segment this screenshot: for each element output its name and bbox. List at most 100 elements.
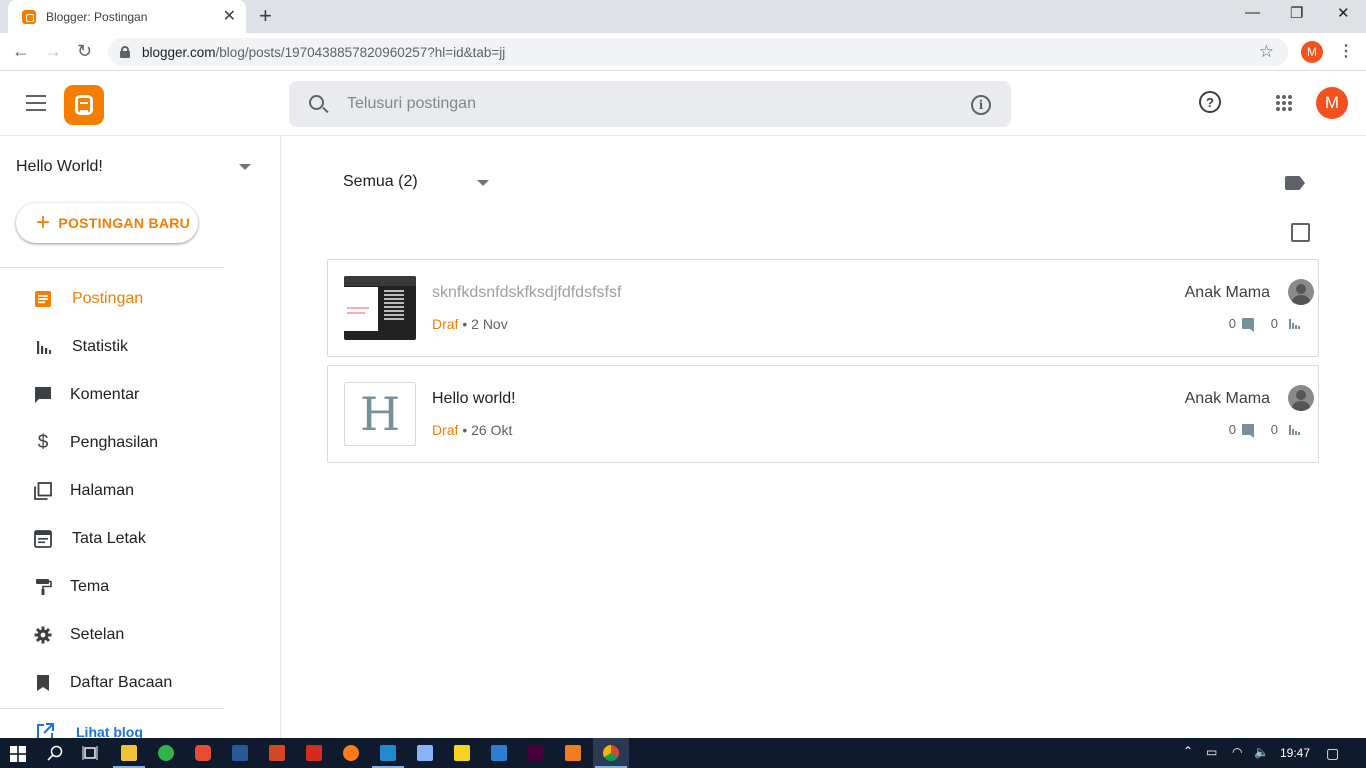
- post-thumbnail: H: [344, 382, 416, 446]
- sidebar-item-label: Setelan: [70, 626, 125, 643]
- chrome-menu-icon[interactable]: ⋮: [1338, 41, 1354, 61]
- info-icon[interactable]: i: [971, 95, 991, 115]
- post-author: Anak Mama: [1184, 284, 1270, 301]
- new-tab-button[interactable]: +: [259, 5, 272, 27]
- sidebar: Hello World! + POSTINGAN BARU Postingan …: [0, 136, 281, 738]
- wifi-icon[interactable]: ◠: [1232, 745, 1242, 759]
- views-icon: [1289, 319, 1300, 329]
- battery-icon[interactable]: ▭: [1206, 745, 1217, 759]
- post-row[interactable]: sknfkdsnfdskfksdjfdfdsfsfsf Draf • 2 Nov…: [327, 259, 1319, 357]
- taskbar-search-icon[interactable]: [47, 745, 63, 761]
- select-all-checkbox[interactable]: [1291, 223, 1310, 242]
- layout-icon: [34, 530, 52, 548]
- xampp-icon[interactable]: [565, 745, 581, 761]
- sidebar-item-penghasilan[interactable]: $ Penghasilan: [0, 419, 280, 467]
- app-red-icon[interactable]: [195, 745, 211, 761]
- back-arrow-icon[interactable]: ←: [12, 41, 30, 61]
- sidebar-item-label: Tema: [70, 578, 110, 595]
- task-view-icon[interactable]: [82, 745, 98, 761]
- notepad-icon[interactable]: [417, 745, 433, 761]
- post-author: Anak Mama: [1184, 390, 1270, 407]
- paint-roller-icon: [36, 579, 52, 595]
- powerpoint-icon[interactable]: [269, 745, 285, 761]
- sidebar-item-komentar[interactable]: Komentar: [0, 371, 280, 419]
- window-close-button[interactable]: ✕: [1337, 4, 1350, 22]
- adobe-xd-icon[interactable]: [528, 745, 544, 761]
- blogger-logo[interactable]: [64, 85, 104, 125]
- post-date: 2 Nov: [471, 316, 508, 332]
- comment-count-icon: [1242, 318, 1254, 332]
- search-icon[interactable]: [309, 95, 324, 110]
- sidebar-divider: [0, 267, 224, 268]
- author-avatar: [1288, 385, 1314, 411]
- comment-icon: [35, 387, 51, 403]
- word-icon[interactable]: [232, 745, 248, 761]
- vscode-icon[interactable]: [380, 745, 396, 761]
- blog-selector-dropdown-icon[interactable]: [239, 164, 251, 170]
- file-explorer-icon[interactable]: [121, 745, 137, 761]
- post-date: 26 Okt: [471, 422, 513, 438]
- sidebar-item-label: Statistik: [72, 338, 129, 355]
- blogger-header: i ? M: [0, 71, 1366, 136]
- restore-button[interactable]: ❐: [1290, 4, 1303, 22]
- url-text: blogger.com/blog/posts/19704388578209602…: [142, 45, 505, 60]
- tab-close-icon[interactable]: ✕: [223, 8, 236, 25]
- notifications-icon[interactable]: ▢: [1326, 745, 1339, 762]
- stats-icon: [37, 341, 51, 354]
- post-title[interactable]: sknfkdsnfdskfksdjfdfdsfsfsf: [432, 284, 621, 302]
- acrobat-icon[interactable]: [306, 745, 322, 761]
- browser-tab-bar: Blogger: Postingan ✕ + — ❐ ✕: [0, 0, 1366, 33]
- view-count: 0: [1270, 316, 1278, 331]
- search-input[interactable]: [347, 93, 947, 115]
- url-bar[interactable]: blogger.com/blog/posts/19704388578209602…: [108, 38, 1288, 66]
- chrome-profile-avatar[interactable]: M: [1301, 41, 1323, 63]
- calculator-icon[interactable]: [491, 745, 507, 761]
- app-green-icon[interactable]: [158, 745, 174, 761]
- label-tag-icon[interactable]: [1285, 176, 1305, 190]
- sidebar-item-daftar-bacaan[interactable]: Daftar Bacaan: [0, 659, 280, 707]
- post-meta: Draf • 26 Okt: [432, 422, 513, 438]
- new-post-label: POSTINGAN BARU: [58, 215, 191, 231]
- tray-expand-icon[interactable]: ⌃: [1183, 744, 1193, 758]
- windows-start-icon[interactable]: [10, 746, 26, 762]
- sidebar-item-halaman[interactable]: Halaman: [0, 467, 280, 515]
- sidebar-item-label: Tata Letak: [72, 530, 146, 547]
- author-avatar: [1288, 279, 1314, 305]
- posts-icon: [35, 291, 51, 307]
- sidebar-item-postingan[interactable]: Postingan: [0, 275, 280, 323]
- sidebar-item-label: Daftar Bacaan: [70, 674, 173, 691]
- new-post-button[interactable]: + POSTINGAN BARU: [16, 203, 198, 243]
- sidebar-item-label: Halaman: [70, 482, 135, 499]
- firefox-icon[interactable]: [343, 745, 359, 761]
- post-thumbnail: [344, 276, 416, 340]
- filter-dropdown-icon[interactable]: [477, 180, 489, 186]
- sticky-notes-icon[interactable]: [454, 745, 470, 761]
- view-count: 0: [1270, 422, 1278, 437]
- post-status: Draf: [432, 316, 459, 332]
- browser-tab[interactable]: Blogger: Postingan ✕: [8, 0, 246, 33]
- forward-arrow-icon[interactable]: →: [44, 41, 62, 61]
- clock[interactable]: 19:47: [1280, 746, 1310, 760]
- blog-selector[interactable]: Hello World!: [16, 158, 103, 176]
- post-title[interactable]: Hello world!: [432, 390, 516, 408]
- sidebar-item-statistik[interactable]: Statistik: [0, 323, 280, 371]
- url-path: /blog/posts/1970438857820960257?hl=id&ta…: [215, 44, 506, 60]
- pages-icon: [34, 482, 52, 500]
- account-avatar[interactable]: M: [1316, 87, 1348, 119]
- sidebar-item-setelan[interactable]: Setelan: [0, 611, 280, 659]
- post-filter-select[interactable]: Semua (2): [343, 173, 418, 191]
- reload-icon[interactable]: ↻: [77, 41, 92, 61]
- post-row[interactable]: H Hello world! Draf • 26 Okt Anak Mama 0…: [327, 365, 1319, 463]
- search-bar: i: [289, 81, 1011, 127]
- sidebar-item-tata-letak[interactable]: Tata Letak: [0, 515, 280, 563]
- chrome-icon[interactable]: [603, 745, 619, 761]
- help-icon[interactable]: ?: [1199, 91, 1221, 113]
- google-apps-icon[interactable]: [1276, 95, 1292, 111]
- bookmark-star-icon[interactable]: ☆: [1259, 42, 1274, 62]
- gear-icon: [34, 626, 52, 644]
- hamburger-menu-icon[interactable]: [26, 95, 46, 111]
- sidebar-item-tema[interactable]: Tema: [0, 563, 280, 611]
- sidebar-divider: [0, 708, 224, 709]
- minimize-button[interactable]: —: [1245, 4, 1260, 21]
- volume-icon[interactable]: 🔈: [1254, 745, 1269, 759]
